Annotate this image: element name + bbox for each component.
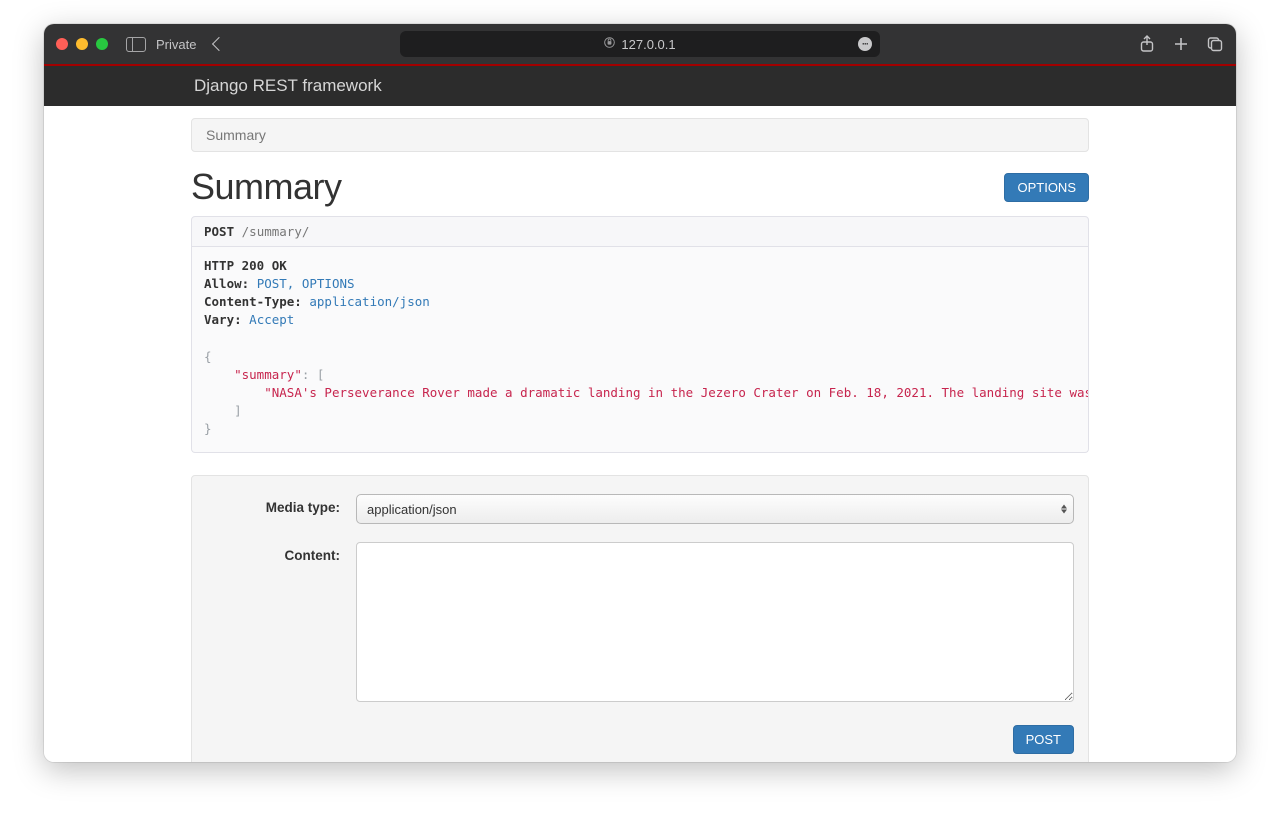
address-bar[interactable]: 127.0.0.1 ··· [400,31,880,57]
response-block: HTTP 200 OK Allow: POST, OPTIONS Content… [191,247,1089,453]
content-row: Content: [206,542,1074,707]
maximize-button[interactable] [96,38,108,50]
chevron-up-down-icon [1061,505,1067,514]
navbar: Django REST framework [44,66,1236,106]
url-text: 127.0.0.1 [621,37,675,52]
form-panel: Media type: application/json Content: [191,475,1089,762]
share-icon[interactable] [1139,35,1155,53]
reader-badge[interactable]: ··· [858,37,872,51]
page-title: Summary [191,166,342,208]
close-button[interactable] [56,38,68,50]
media-type-row: Media type: application/json [206,494,1074,524]
title-row: Summary OPTIONS [191,166,1089,208]
brace-open: { [204,349,212,364]
content-container: Summary Summary OPTIONS POST /summary/ H… [191,106,1089,762]
request-line: POST /summary/ [191,216,1089,247]
chrome-right-controls [1139,35,1224,53]
breadcrumb-current: Summary [206,127,266,143]
request-path: /summary/ [242,224,310,239]
vary-key: Vary: [204,312,242,327]
options-button[interactable]: OPTIONS [1004,173,1089,202]
browser-window: Private 127.0.0.1 ··· Django REST framew… [44,24,1236,762]
status-line: HTTP 200 OK [204,258,287,273]
body-string: "NASA's Perseverance Rover made a dramat… [264,385,1089,400]
media-type-label: Media type: [206,494,356,515]
content-type-value: application/json [309,294,429,309]
new-tab-icon[interactable] [1173,36,1189,52]
body-key: "summary" [234,367,302,382]
content-textarea[interactable] [356,542,1074,702]
post-button[interactable]: POST [1013,725,1074,754]
page-viewport: Django REST framework Summary Summary OP… [44,64,1236,762]
content-label: Content: [206,542,356,563]
browser-chrome: Private 127.0.0.1 ··· [44,24,1236,64]
breadcrumb: Summary [191,118,1089,152]
colon-bracket: : [ [302,367,325,382]
navbar-brand[interactable]: Django REST framework [194,76,382,96]
sidebar-toggle-icon[interactable] [126,37,146,52]
vary-value: Accept [249,312,294,327]
media-type-value: application/json [367,502,457,517]
request-verb: POST [204,224,234,239]
close-array: ] [204,403,242,418]
window-controls [56,38,108,50]
form-actions: POST [206,725,1074,754]
tab-overview-icon[interactable] [1207,36,1224,53]
minimize-button[interactable] [76,38,88,50]
allow-value: POST, OPTIONS [257,276,355,291]
allow-key: Allow: [204,276,249,291]
brace-close: } [204,421,212,436]
lock-icon [604,37,615,51]
back-icon[interactable] [212,37,226,51]
media-type-select[interactable]: application/json [356,494,1074,524]
private-label: Private [156,37,196,52]
content-type-key: Content-Type: [204,294,302,309]
